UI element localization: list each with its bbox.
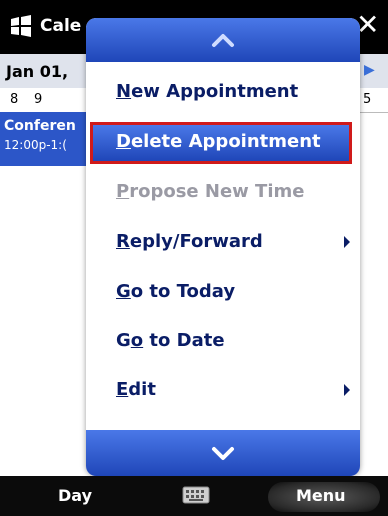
menu-item-label: dit bbox=[128, 379, 156, 400]
menu-scroll-up[interactable] bbox=[86, 18, 360, 62]
windows-flag-icon[interactable] bbox=[9, 14, 33, 38]
hour-label: 9 bbox=[34, 92, 43, 107]
appointment-title: Conferen bbox=[4, 118, 76, 134]
hour-label: 8 bbox=[10, 92, 19, 107]
menu-item-go-to-today[interactable]: Go to Today bbox=[86, 272, 360, 314]
date-label[interactable]: Jan 01, bbox=[6, 62, 68, 81]
menu-item-edit[interactable]: Edit bbox=[86, 370, 360, 412]
menu-item-mnemonic: G bbox=[116, 281, 131, 302]
menu-item-label: o to Today bbox=[130, 281, 236, 302]
menu-item-label: elete Appointment bbox=[130, 131, 321, 152]
menu-item-label: ropose New Time bbox=[129, 181, 305, 202]
menu-item-new-appointment[interactable]: New Appointment bbox=[86, 72, 360, 114]
menu-item-label: eply/Forward bbox=[129, 231, 263, 252]
menu-item-label-prefix: G bbox=[116, 330, 131, 351]
chevron-up-icon[interactable] bbox=[208, 30, 238, 50]
next-date-icon[interactable]: ▶ bbox=[364, 62, 375, 78]
day-softkey[interactable]: Day bbox=[58, 486, 92, 505]
submenu-arrow-icon bbox=[344, 384, 350, 396]
menu-scroll-down[interactable] bbox=[86, 430, 360, 476]
menu-item-delete-appointment[interactable]: Delete Appointment bbox=[90, 122, 352, 164]
app-title: Cale bbox=[40, 16, 82, 36]
submenu-arrow-icon bbox=[344, 236, 350, 248]
menu-item-mnemonic: R bbox=[116, 231, 130, 252]
menu-item-mnemonic: N bbox=[116, 81, 132, 102]
menu-item-label: ew Appointment bbox=[131, 81, 299, 102]
context-menu: New Appointment Delete Appointment Propo… bbox=[86, 18, 360, 476]
menu-softkey[interactable]: Menu bbox=[296, 486, 346, 505]
keyboard-icon[interactable] bbox=[182, 486, 210, 504]
softkey-bar: Day Menu bbox=[0, 476, 388, 516]
chevron-down-icon[interactable] bbox=[208, 444, 238, 464]
menu-item-reply-forward[interactable]: Reply/Forward bbox=[86, 222, 360, 264]
menu-item-mnemonic: D bbox=[116, 131, 131, 152]
menu-item-propose-new-time: Propose New Time bbox=[86, 172, 360, 214]
menu-item-mnemonic: E bbox=[116, 379, 129, 400]
menu-item-label: to Date bbox=[143, 330, 225, 351]
menu-item-go-to-date[interactable]: Go to Date bbox=[86, 321, 360, 363]
menu-item-mnemonic: o bbox=[130, 330, 144, 351]
hour-label: 5 bbox=[363, 92, 372, 107]
appointment-time: 12:00p-1:( bbox=[4, 138, 67, 152]
menu-item-mnemonic: P bbox=[116, 181, 130, 202]
appointment-block[interactable]: Conferen 12:00p-1:( bbox=[0, 112, 86, 166]
